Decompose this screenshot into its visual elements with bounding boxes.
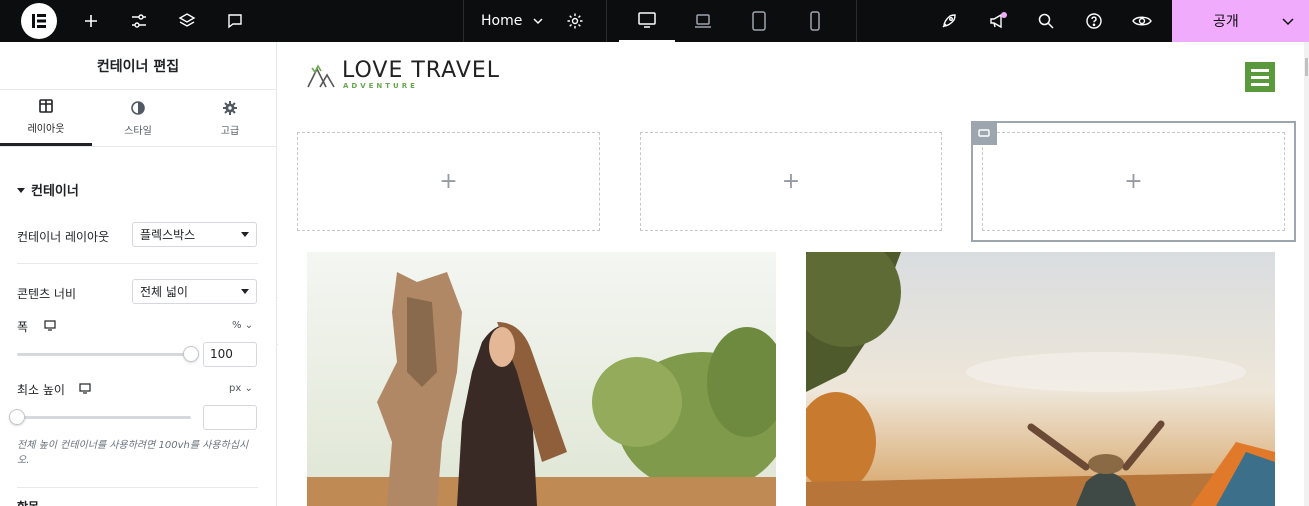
brand-tagline: ADVENTURE	[343, 82, 418, 90]
divider	[856, 0, 857, 42]
unit-value: %	[232, 320, 242, 331]
launch-button[interactable]	[925, 0, 973, 42]
tab-label: 스타일	[124, 125, 152, 137]
next-section-title: 항목	[17, 498, 39, 506]
min-height-slider-handle[interactable]	[9, 409, 25, 425]
mountain-logo-icon	[307, 64, 335, 88]
content-width-label: 콘텐츠 너비	[17, 287, 77, 301]
add-element-plus: +	[439, 169, 458, 194]
min-height-slider-track[interactable]	[17, 416, 191, 419]
section-container-toggle[interactable]: 컨테이너	[17, 180, 79, 199]
device-mobile[interactable]	[787, 0, 843, 42]
select-value: 플렉스박스	[140, 228, 196, 242]
editor-panel: 컨테이너 편집 레이아웃 스타일 고급 컨테이너 컨테이너 레이아웃 플렉스박스…	[0, 42, 277, 506]
tab-advanced[interactable]: 고급	[184, 90, 276, 146]
publish-button[interactable]: 공개	[1172, 0, 1309, 42]
divider	[17, 487, 258, 488]
menu-toggle-button[interactable]	[1245, 62, 1275, 92]
megaphone-icon	[990, 12, 1007, 29]
search-icon	[1038, 13, 1054, 29]
width-slider-handle[interactable]	[183, 346, 199, 362]
empty-container-drop-zone[interactable]: +	[297, 132, 600, 231]
tablet-icon	[752, 11, 766, 31]
caret-down-icon	[241, 232, 249, 237]
canvas-scrollbar[interactable]	[1304, 42, 1309, 506]
container-layout-label: 컨테이너 레이아웃	[17, 230, 110, 244]
chevron-down-icon	[533, 18, 543, 25]
canvas-scrollbar-thumb[interactable]	[1305, 58, 1308, 76]
tab-style[interactable]: 스타일	[92, 90, 184, 146]
selected-container-outline	[971, 121, 1296, 242]
page-selector[interactable]: Home	[464, 0, 584, 42]
rocket-icon	[942, 14, 956, 28]
structure-button[interactable]	[163, 0, 211, 42]
min-height-hint: 전체 높이 컨테이너를 사용하려면 100vh를 사용하십시오.	[17, 440, 249, 466]
unit-value: px	[229, 383, 242, 394]
top-bar: Home 공개	[0, 0, 1309, 42]
photo-woman-with-horse[interactable]	[307, 252, 776, 506]
container-icon	[978, 129, 990, 137]
divider	[606, 0, 607, 42]
preview-button[interactable]	[1118, 0, 1166, 42]
device-desktop[interactable]	[619, 0, 675, 42]
device-tablet[interactable]	[731, 0, 787, 42]
tab-layout[interactable]: 레이아웃	[0, 90, 92, 146]
width-label: 폭	[17, 320, 29, 334]
empty-container-drop-zone[interactable]: +	[640, 132, 942, 231]
min-height-unit-select[interactable]: px ⌄	[229, 383, 253, 394]
page-name: Home	[481, 13, 523, 29]
select-value: 전체 넓이	[140, 285, 188, 299]
divider	[17, 263, 258, 264]
container-handle[interactable]	[971, 121, 997, 145]
brand-name: LOVE TRAVEL	[342, 58, 501, 83]
photo-traveler-sunset-camp[interactable]	[806, 252, 1275, 506]
help-icon	[1086, 13, 1102, 29]
tab-label: 고급	[220, 125, 240, 137]
content-width-select[interactable]: 전체 넓이	[132, 279, 257, 304]
add-element-plus: +	[781, 169, 801, 194]
section-title: 컨테이너	[31, 184, 79, 199]
gear-icon	[223, 100, 237, 115]
site-logo[interactable]: LOVE TRAVEL ADVENTURE	[306, 60, 500, 90]
whats-new-button[interactable]	[974, 0, 1022, 42]
width-input[interactable]: 100	[203, 342, 257, 367]
site-settings-button[interactable]	[115, 0, 163, 42]
comments-icon	[228, 14, 242, 29]
publish-label: 공개	[1213, 14, 1239, 30]
page-settings-gear-icon[interactable]	[566, 12, 584, 30]
laptop-icon	[695, 14, 711, 28]
desktop-icon	[79, 383, 91, 394]
search-button[interactable]	[1022, 0, 1070, 42]
container-layout-select[interactable]: 플렉스박스	[132, 222, 257, 247]
min-height-input[interactable]	[203, 405, 257, 430]
elementor-logo-icon[interactable]	[21, 3, 57, 39]
caret-down-icon	[17, 187, 25, 193]
panel-tabs: 레이아웃 스타일 고급	[0, 90, 276, 147]
style-half-circle-icon	[131, 100, 145, 115]
help-button[interactable]	[1070, 0, 1118, 42]
desktop-icon	[638, 12, 656, 28]
layers-icon	[178, 13, 196, 27]
min-height-label: 최소 높이	[17, 383, 65, 397]
panel-title: 컨테이너 편집	[0, 42, 276, 90]
width-slider-track[interactable]	[17, 353, 191, 356]
mobile-icon	[810, 11, 820, 31]
desktop-icon	[44, 320, 56, 331]
layout-icon	[39, 99, 53, 113]
settings-sliders-icon	[132, 14, 146, 28]
chevron-down-icon[interactable]	[1281, 14, 1295, 28]
device-laptop[interactable]	[675, 0, 731, 42]
add-icon	[85, 15, 97, 27]
notes-button[interactable]	[211, 0, 259, 42]
caret-down-icon	[241, 289, 249, 294]
preview-eye-icon	[1132, 16, 1152, 26]
add-element-button[interactable]	[67, 0, 115, 42]
tab-label: 레이아웃	[27, 124, 65, 135]
width-unit-select[interactable]: % ⌄	[232, 320, 253, 331]
